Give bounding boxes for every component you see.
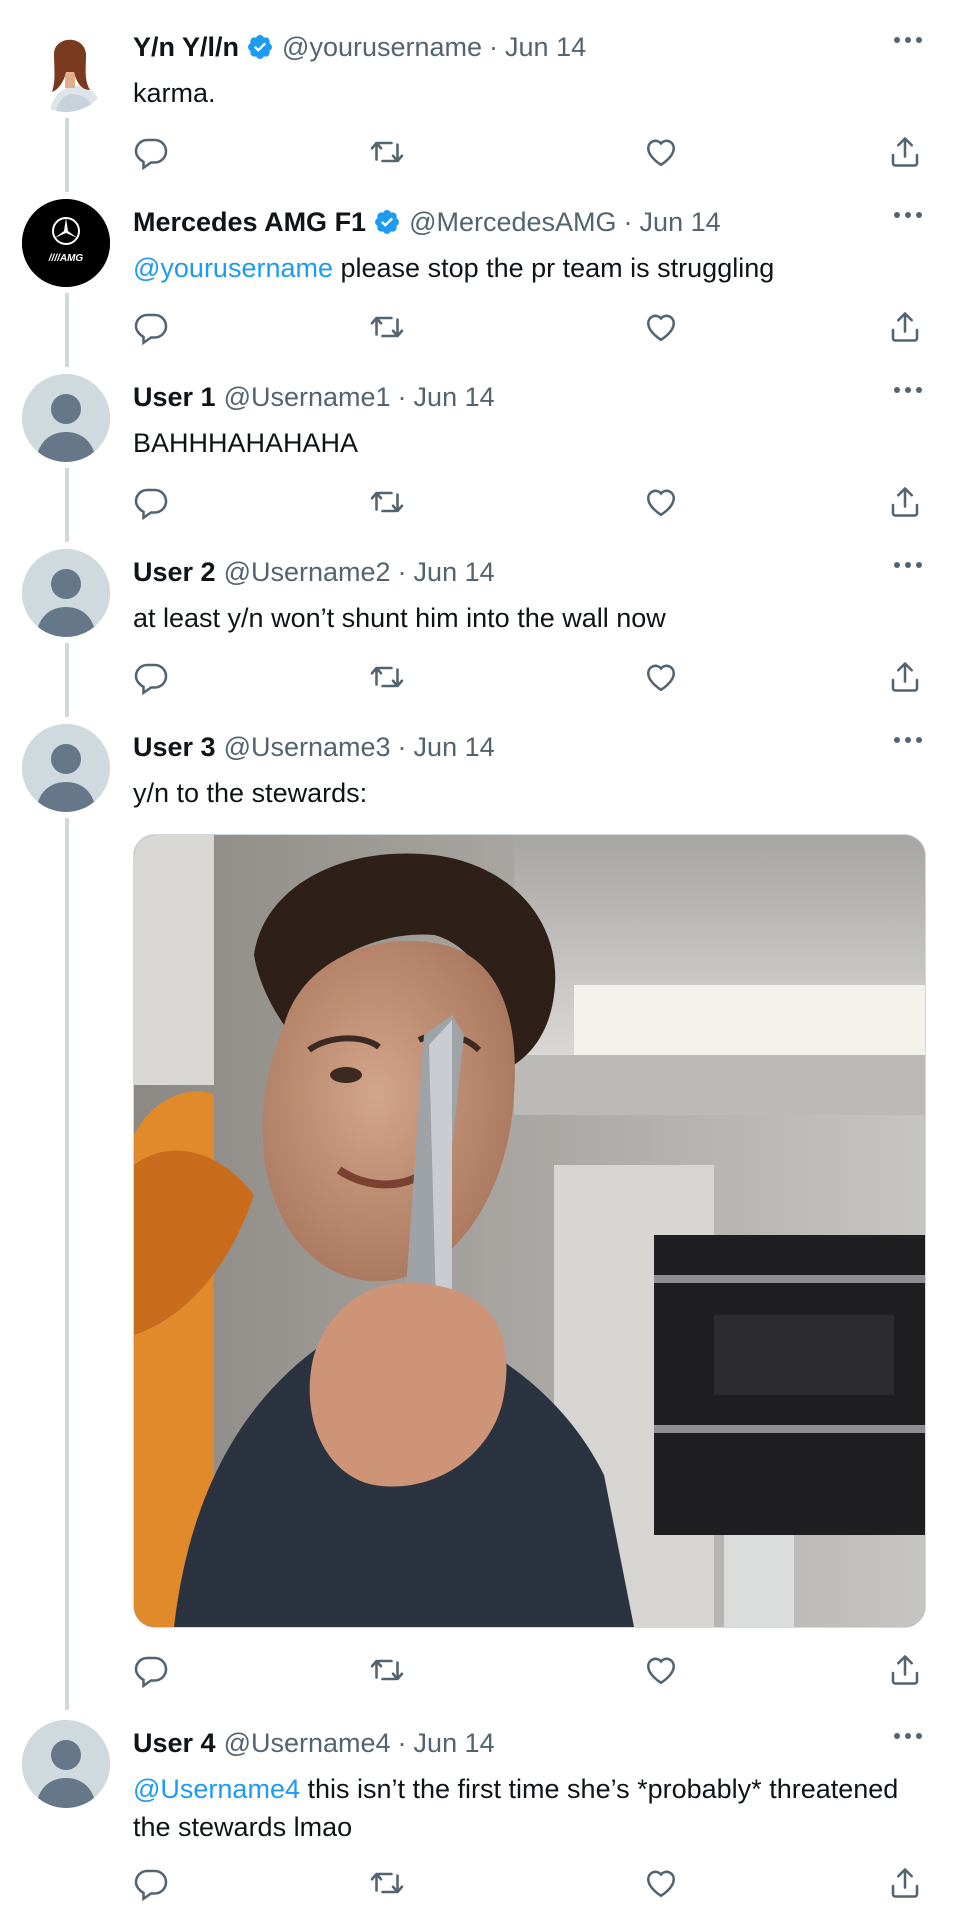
- separator: ·: [397, 381, 407, 412]
- tweet-text: @Username4 this isn’t the first time she…: [133, 1770, 933, 1846]
- tweet[interactable]: User 1 @Username1 · Jun 14 BAHHHAHAHAHA: [0, 374, 953, 524]
- more-icon[interactable]: [893, 555, 923, 575]
- avatar[interactable]: [22, 374, 110, 462]
- share-icon[interactable]: [887, 1865, 923, 1901]
- timestamp[interactable]: Jun 14: [414, 557, 495, 588]
- retweet-icon[interactable]: [369, 484, 405, 520]
- tweet-body: at least y/n won’t shunt him into the wa…: [133, 603, 666, 633]
- tweet[interactable]: ////AMG Mercedes AMG F1 @MercedesAMG · J…: [0, 199, 953, 349]
- tweet[interactable]: User 3 @Username3 · Jun 14 y/n to the st…: [0, 724, 953, 1699]
- retweet-icon[interactable]: [369, 309, 405, 345]
- amg-logo-text: ////AMG: [48, 253, 84, 264]
- tweet-text: karma.: [133, 74, 933, 112]
- separator: ·: [397, 731, 407, 762]
- timestamp[interactable]: Jun 14: [414, 382, 495, 413]
- timestamp[interactable]: Jun 14: [414, 1728, 495, 1759]
- display-name[interactable]: User 3: [133, 732, 216, 763]
- handle[interactable]: @Username4: [224, 1728, 391, 1759]
- share-icon[interactable]: [887, 134, 923, 170]
- tweet-text: @yourusername please stop the pr team is…: [133, 249, 933, 287]
- tweet-actions: [133, 659, 923, 696]
- tweet-header: User 2 @Username2 · Jun 14: [133, 553, 495, 591]
- retweet-icon[interactable]: [369, 659, 405, 695]
- tweet-actions: [133, 1652, 923, 1689]
- timestamp[interactable]: Jun 14: [640, 207, 721, 238]
- avatar[interactable]: [22, 24, 110, 112]
- tweet-actions: [133, 1865, 923, 1902]
- display-name[interactable]: Y/n Y/l/n: [133, 32, 239, 63]
- avatar[interactable]: [22, 549, 110, 637]
- share-icon[interactable]: [887, 1652, 923, 1688]
- retweet-icon[interactable]: [369, 134, 405, 170]
- reply-icon[interactable]: [133, 134, 169, 171]
- verified-badge-icon: [246, 33, 274, 61]
- tweet-body: BAHHHAHAHAHA: [133, 428, 359, 458]
- mention-link[interactable]: @Username4: [133, 1774, 300, 1804]
- tweet-text: at least y/n won’t shunt him into the wa…: [133, 599, 933, 637]
- tweet-header: Y/n Y/l/n @yourusername · Jun 14: [133, 28, 586, 66]
- tweet-header: User 1 @Username1 · Jun 14: [133, 378, 495, 416]
- retweet-icon[interactable]: [369, 1652, 405, 1688]
- reply-icon[interactable]: [133, 309, 169, 346]
- reply-icon[interactable]: [133, 484, 169, 521]
- share-icon[interactable]: [887, 484, 923, 520]
- separator: ·: [623, 206, 633, 237]
- tweet-actions: [133, 309, 923, 346]
- handle[interactable]: @Username1: [224, 382, 391, 413]
- verified-badge-icon: [373, 208, 401, 236]
- timestamp[interactable]: Jun 14: [414, 732, 495, 763]
- tweet-header: User 4 @Username4 · Jun 14: [133, 1724, 495, 1762]
- tweet-body: karma.: [133, 78, 216, 108]
- tweet-body: y/n to the stewards:: [133, 778, 368, 808]
- avatar[interactable]: [22, 724, 110, 812]
- reply-icon[interactable]: [133, 1865, 169, 1902]
- share-icon[interactable]: [887, 659, 923, 695]
- display-name[interactable]: User 2: [133, 557, 216, 588]
- like-icon[interactable]: [643, 659, 679, 695]
- like-icon[interactable]: [643, 484, 679, 520]
- share-icon[interactable]: [887, 309, 923, 345]
- display-name[interactable]: User 1: [133, 382, 216, 413]
- avatar[interactable]: ////AMG: [22, 199, 110, 287]
- tweet-actions: [133, 484, 923, 521]
- mention-link[interactable]: @yourusername: [133, 253, 333, 283]
- more-icon[interactable]: [893, 205, 923, 225]
- tweet[interactable]: Y/n Y/l/n @yourusername · Jun 14 karma.: [0, 24, 953, 174]
- handle[interactable]: @yourusername: [282, 32, 482, 63]
- like-icon[interactable]: [643, 309, 679, 345]
- tweet-media-image[interactable]: [133, 834, 926, 1628]
- handle[interactable]: @Username2: [224, 557, 391, 588]
- tweet-text: y/n to the stewards:: [133, 774, 933, 812]
- more-icon[interactable]: [893, 1726, 923, 1746]
- tweet-text: BAHHHAHAHAHA: [133, 424, 933, 462]
- more-icon[interactable]: [893, 380, 923, 400]
- like-icon[interactable]: [643, 1652, 679, 1688]
- tweet-header: User 3 @Username3 · Jun 14: [133, 728, 495, 766]
- like-icon[interactable]: [643, 1865, 679, 1901]
- handle[interactable]: @MercedesAMG: [409, 207, 616, 238]
- avatar[interactable]: [22, 1720, 110, 1808]
- tweet-actions: [133, 134, 923, 171]
- more-icon[interactable]: [893, 730, 923, 750]
- display-name[interactable]: Mercedes AMG F1: [133, 207, 366, 238]
- tweet[interactable]: User 4 @Username4 · Jun 14 @Username4 th…: [0, 1720, 953, 1920]
- tweet[interactable]: User 2 @Username2 · Jun 14 at least y/n …: [0, 549, 953, 699]
- separator: ·: [397, 1727, 407, 1758]
- tweet-header: Mercedes AMG F1 @MercedesAMG · Jun 14: [133, 203, 721, 241]
- retweet-icon[interactable]: [369, 1865, 405, 1901]
- tweet-body: please stop the pr team is struggling: [333, 253, 775, 283]
- separator: ·: [397, 556, 407, 587]
- like-icon[interactable]: [643, 134, 679, 170]
- reply-icon[interactable]: [133, 659, 169, 696]
- separator: ·: [489, 31, 499, 62]
- handle[interactable]: @Username3: [224, 732, 391, 763]
- timestamp[interactable]: Jun 14: [505, 32, 586, 63]
- reply-icon[interactable]: [133, 1652, 169, 1689]
- more-icon[interactable]: [893, 30, 923, 50]
- display-name[interactable]: User 4: [133, 1728, 216, 1759]
